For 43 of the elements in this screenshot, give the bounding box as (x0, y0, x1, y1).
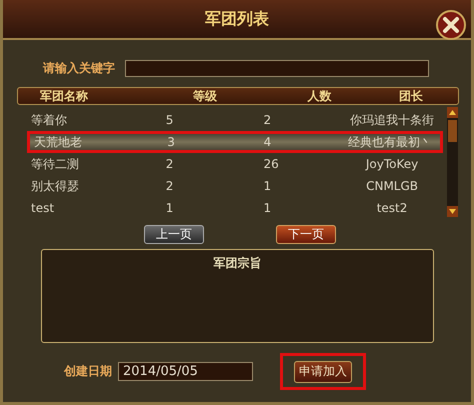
search-label: 请输入关键字 (43, 60, 115, 77)
table-row[interactable]: 等待二测 2 26 JoyToKey (27, 153, 443, 175)
table-cell-text: test2 (376, 201, 408, 215)
scroll-up-icon[interactable] (447, 107, 458, 118)
column-header: 人数 (306, 88, 333, 104)
table-cell-text: 等待二测 (30, 156, 80, 172)
table-cell-text: 26 (263, 157, 280, 171)
page-button[interactable]: 下一页 (276, 225, 336, 244)
table-cell-text: 经典也有最初丶 (346, 134, 433, 150)
table-cell-text: JoyToKey (364, 157, 420, 171)
column-header: 团长 (398, 88, 424, 104)
date-field[interactable]: 2014/05/05 (118, 362, 253, 381)
search-field[interactable] (125, 60, 429, 77)
scrollbar[interactable] (447, 107, 458, 217)
close-icon[interactable] (436, 10, 466, 40)
table-cell-text: 2 (263, 113, 272, 127)
table-cell-text: 3 (167, 135, 176, 149)
table-cell-text: CNMLGB (365, 179, 420, 193)
table-cell-text: 4 (264, 135, 272, 149)
table-cell-text: 天荒地老 (33, 134, 83, 150)
table-row[interactable]: 等着你 5 2 你玛追我十条街 (27, 109, 443, 131)
window-title: 军团列表 (205, 8, 269, 30)
table-cell-text: 1 (263, 179, 272, 193)
page-button[interactable]: 上一页 (144, 225, 204, 244)
table-cell-text: 等着你 (30, 112, 68, 128)
table-cell-text: 2 (166, 179, 174, 193)
table-row[interactable]: test 1 1 test2 (27, 197, 443, 219)
table-row[interactable]: 天荒地老 3 4 经典也有最初丶 (27, 131, 443, 153)
table-row[interactable]: 别太得瑟 2 1 CNMLGB (27, 175, 443, 197)
table-cell-text: 1 (263, 201, 272, 215)
table-cell-text: 1 (166, 201, 174, 215)
table-cell-text: 别太得瑟 (30, 178, 80, 194)
scroll-down-icon[interactable] (447, 206, 458, 217)
table-cell-text: 5 (166, 113, 174, 127)
table-cell-text: 你玛追我十条街 (349, 112, 436, 128)
column-header: 等级 (192, 88, 218, 104)
purpose-title: 军团宗旨 (214, 255, 262, 272)
date-label: 创建日期 (64, 362, 112, 380)
apply-button[interactable]: 申请加入 (294, 360, 352, 382)
table-cell-text: test (30, 201, 56, 215)
scroll-thumb[interactable] (448, 120, 457, 142)
column-header: 军团名称 (39, 88, 89, 104)
table-cell-text: 2 (166, 157, 174, 171)
